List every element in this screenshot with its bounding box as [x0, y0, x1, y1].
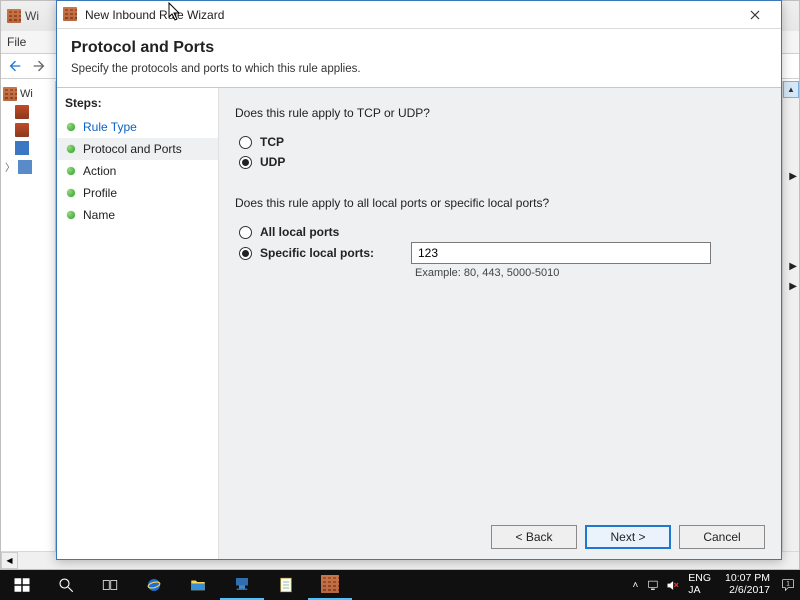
outbound-rules-icon	[15, 123, 29, 137]
nav-back-icon[interactable]	[5, 56, 25, 76]
taskbar-server-manager[interactable]	[220, 570, 264, 600]
specific-ports-input[interactable]	[411, 242, 711, 264]
chevron-up-icon: ▲	[787, 85, 795, 94]
cancel-button[interactable]: Cancel	[679, 525, 765, 549]
action-center-icon[interactable]: 1	[780, 577, 796, 593]
bg-vertical-scrollbar[interactable]: ▲	[782, 81, 799, 551]
chevron-right-icon: 〉	[5, 159, 15, 174]
step-profile[interactable]: Profile	[57, 182, 218, 204]
menu-file[interactable]: File	[7, 35, 26, 49]
dialog-titlebar: New Inbound Rule Wizard	[57, 1, 781, 29]
dialog-header: Protocol and Ports Specify the protocols…	[57, 29, 781, 87]
notepad-icon	[277, 576, 295, 594]
radio-specific-local-ports[interactable]: Specific local ports:	[239, 243, 407, 263]
server-manager-icon	[233, 575, 251, 593]
radio-tcp[interactable]: TCP	[239, 132, 765, 152]
step-bullet-icon	[67, 189, 75, 197]
new-inbound-rule-wizard-dialog: New Inbound Rule Wizard Protocol and Por…	[56, 0, 782, 560]
back-button[interactable]: < Back	[491, 525, 577, 549]
tree-item[interactable]	[3, 139, 53, 157]
step-action[interactable]: Action	[57, 160, 218, 182]
step-bullet-icon	[67, 123, 75, 131]
taskbar-firewall[interactable]	[308, 570, 352, 600]
firewall-icon	[3, 87, 17, 101]
expand-arrow-icon[interactable]: ▶	[789, 171, 797, 182]
inbound-rules-icon	[15, 105, 29, 119]
language-indicator[interactable]: ENG JA	[684, 573, 715, 596]
clock[interactable]: 10:07 PM 2/6/2017	[719, 573, 776, 596]
volume-muted-icon[interactable]	[665, 578, 680, 593]
page-heading: Protocol and Ports	[71, 39, 767, 57]
radio-udp[interactable]: UDP	[239, 152, 765, 172]
scroll-up-button[interactable]: ▲	[783, 81, 799, 98]
folder-icon	[189, 576, 207, 594]
protocol-radio-group: TCP UDP	[239, 132, 765, 172]
radio-icon	[239, 247, 252, 260]
wizard-content: Does this rule apply to TCP or UDP? TCP …	[219, 88, 781, 559]
step-rule-type[interactable]: Rule Type	[57, 116, 218, 138]
step-protocol-and-ports[interactable]: Protocol and Ports	[57, 138, 218, 160]
close-button[interactable]	[735, 4, 775, 26]
taskbar[interactable]: ˄ ENG JA 10:07 PM 2/6/2017 1	[0, 570, 800, 600]
firewall-icon	[7, 9, 21, 23]
bg-window-title: Wi	[25, 9, 39, 23]
monitoring-icon	[18, 160, 32, 174]
scroll-left-button[interactable]: ◀	[1, 552, 18, 569]
windows-logo-icon	[13, 576, 31, 594]
step-bullet-icon	[67, 167, 75, 175]
tree-root[interactable]: Wi	[3, 85, 53, 103]
step-bullet-icon	[67, 145, 75, 153]
expand-arrow-icon[interactable]: ▶	[789, 281, 797, 292]
radio-all-local-ports[interactable]: All local ports	[239, 222, 765, 242]
radio-icon	[239, 156, 252, 169]
tree-expand[interactable]: 〉	[3, 157, 53, 176]
taskbar-file-explorer[interactable]	[176, 570, 220, 600]
task-view-button[interactable]	[88, 570, 132, 600]
firewall-icon	[63, 7, 79, 23]
task-view-icon	[101, 576, 119, 594]
steps-sidebar: Steps: Rule Type Protocol and Ports Acti…	[57, 88, 219, 559]
start-button[interactable]	[0, 570, 44, 600]
protocol-question: Does this rule apply to TCP or UDP?	[235, 106, 765, 120]
network-icon[interactable]	[646, 578, 661, 593]
connection-rules-icon	[15, 141, 29, 155]
radio-icon	[239, 226, 252, 239]
expand-arrow-icon[interactable]: ▶	[789, 261, 797, 272]
step-name[interactable]: Name	[57, 204, 218, 226]
next-button[interactable]: Next >	[585, 525, 671, 549]
search-button[interactable]	[44, 570, 88, 600]
search-icon	[57, 576, 75, 594]
steps-header: Steps:	[57, 94, 218, 116]
wizard-buttons: < Back Next > Cancel	[491, 525, 765, 549]
ports-example-text: Example: 80, 443, 5000-5010	[415, 267, 765, 279]
taskbar-notepad[interactable]	[264, 570, 308, 600]
bg-tree-pane: Wi 〉	[1, 81, 56, 551]
dialog-title: New Inbound Rule Wizard	[85, 8, 224, 22]
ports-radio-group: All local ports Specific local ports: Ex…	[239, 222, 765, 279]
internet-explorer-icon	[145, 576, 163, 594]
svg-text:1: 1	[786, 582, 790, 588]
tray-chevron-up-icon[interactable]: ˄	[628, 580, 642, 591]
nav-forward-icon[interactable]	[29, 56, 49, 76]
radio-icon	[239, 136, 252, 149]
page-subheading: Specify the protocols and ports to which…	[71, 63, 767, 75]
taskbar-ie[interactable]	[132, 570, 176, 600]
step-bullet-icon	[67, 211, 75, 219]
ports-question: Does this rule apply to all local ports …	[235, 196, 765, 210]
firewall-icon	[321, 575, 339, 593]
tree-item[interactable]	[3, 121, 53, 139]
tree-item[interactable]	[3, 103, 53, 121]
